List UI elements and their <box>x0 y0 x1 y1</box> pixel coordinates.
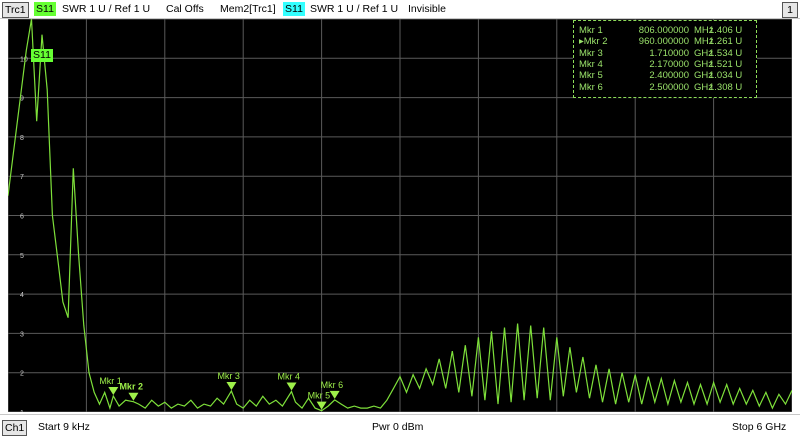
channel-box[interactable]: Ch1 <box>2 420 28 436</box>
marker-plot-label: Mkr 4 <box>278 372 301 382</box>
marker-name: Mkr 1 <box>579 25 603 36</box>
marker-info-table[interactable]: Mkr 1 806.000000 MHz 1.406 U ▸Mkr 2 960.00000… <box>573 20 757 98</box>
marker-plot-label: Mkr 3 <box>217 371 240 381</box>
marker-value: 1.034 U <box>709 70 743 82</box>
marker-frequency: 1.710000 <box>649 47 689 59</box>
y-tick-label: 6 <box>20 214 24 221</box>
marker-triangle <box>108 387 119 396</box>
y-tick-label: 3 <box>20 331 24 338</box>
marker-triangle <box>286 382 297 391</box>
y-tick-label: 2 <box>20 371 24 378</box>
y-tick-label: 4 <box>20 292 24 299</box>
window-number-box[interactable]: 1 <box>782 2 798 18</box>
marker-frequency: 960.000000 <box>638 36 689 48</box>
marker-row[interactable]: Mkr 3 1.710000 GHz 1.534 U <box>574 48 756 59</box>
marker-plot-label: Mkr 6 <box>321 380 344 390</box>
marker-frequency: 2.170000 <box>649 58 689 70</box>
marker-value: 1.406 U <box>709 25 743 36</box>
channel-bar: Ch1 Start 9 kHz Pwr 0 dBm Stop 6 GHz <box>0 414 800 439</box>
vna-window: Trc1 S11 SWR 1 U / Ref 1 U Cal Offs Mem2… <box>0 0 800 439</box>
trace-header-bar: Trc1 S11 SWR 1 U / Ref 1 U Cal Offs Mem2… <box>0 0 800 19</box>
marker-frequency: 806.000000 <box>638 25 689 36</box>
trace-name-box[interactable]: Trc1 <box>2 2 29 18</box>
y-tick-label: 8 <box>20 135 24 142</box>
stop-frequency[interactable]: Stop 6 GHz <box>732 420 786 434</box>
y-tick-label: 5 <box>20 253 24 260</box>
marker-frequency: 2.500000 <box>649 81 689 93</box>
power-level[interactable]: Pwr 0 dBm <box>372 420 423 434</box>
marker-value: 1.534 U <box>709 47 743 59</box>
marker-triangle <box>128 392 139 401</box>
y-tick-label: 7 <box>20 174 24 181</box>
marker-value: 1.261 U <box>709 36 743 48</box>
cal-state-text[interactable]: Cal Offs <box>164 2 206 16</box>
mem-param-badge[interactable]: S11 <box>283 2 305 16</box>
y-tick-label: 10 <box>20 56 28 63</box>
marker-value: 1.521 U <box>709 58 743 70</box>
marker-row[interactable]: ▸Mkr 2 960.000000 MHz 1.261 U <box>574 36 756 47</box>
marker-plot-label: Mkr 2 <box>119 382 143 392</box>
marker-frequency: 2.400000 <box>649 70 689 82</box>
mem-state-text[interactable]: Invisible <box>406 2 448 16</box>
mem-format-text[interactable]: SWR 1 U / Ref 1 U <box>308 2 400 16</box>
y-tick-label: 1 <box>20 410 24 412</box>
marker-row[interactable]: Mkr 4 2.170000 GHz 1.521 U <box>574 59 756 70</box>
trace-label-badge[interactable]: S11 <box>31 49 53 62</box>
marker-triangle <box>226 382 237 391</box>
trace-format-text[interactable]: SWR 1 U / Ref 1 U <box>60 2 152 16</box>
marker-row[interactable]: Mkr 6 2.500000 GHz 1.308 U <box>574 82 756 93</box>
marker-row[interactable]: Mkr 5 2.400000 GHz 1.034 U <box>574 70 756 81</box>
marker-value: 1.308 U <box>709 81 743 93</box>
marker-name: Mkr 6 <box>579 81 603 93</box>
marker-triangle <box>329 390 340 399</box>
trace-param-badge[interactable]: S11 <box>34 2 56 16</box>
marker-name: Mkr 5 <box>579 70 603 82</box>
marker-row[interactable]: Mkr 1 806.000000 MHz 1.406 U <box>574 25 756 36</box>
marker-name: Mkr 4 <box>579 58 603 70</box>
marker-plot-label: Mkr 5 <box>308 391 331 401</box>
marker-name: ▸Mkr 2 <box>579 36 608 48</box>
start-frequency[interactable]: Start 9 kHz <box>38 420 90 434</box>
mem-name-text[interactable]: Mem2[Trc1] <box>218 2 278 16</box>
marker-name: Mkr 3 <box>579 47 603 59</box>
marker-plot-label: Mkr 1 <box>99 376 122 386</box>
